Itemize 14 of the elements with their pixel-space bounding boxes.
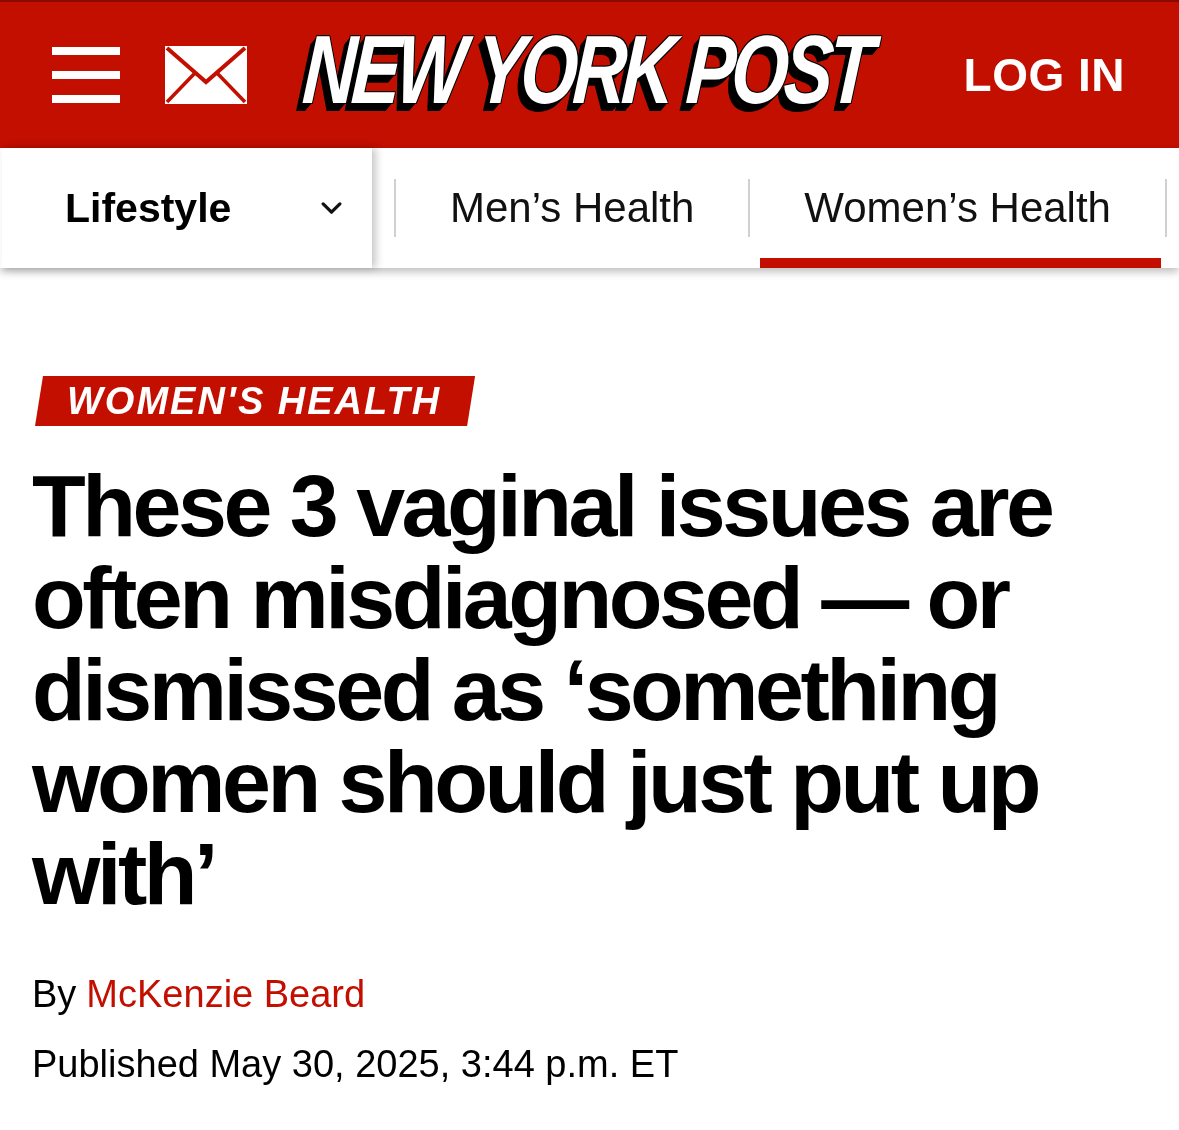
publish-date: Published May 30, 2025, 3:44 p.m. ET — [32, 1042, 679, 1086]
section-label: Lifestyle — [65, 184, 232, 232]
author-link[interactable]: McKenzie Beard — [86, 972, 366, 1016]
site-logo[interactable]: NEW YORK POST — [287, 15, 890, 135]
nav-tab[interactable]: Women’s Health — [760, 148, 1161, 268]
headline: These 3 vaginal issues are often misdiagnosed — or dismissed as ‘something women should just put up with’ — [32, 460, 1053, 920]
menu-icon[interactable] — [52, 47, 120, 103]
byline-prefix: By — [32, 972, 77, 1016]
section-tag[interactable]: WOMEN'S HEALTH — [35, 376, 476, 426]
nav-tab[interactable]: Men’s Health — [406, 148, 739, 268]
mail-icon[interactable] — [165, 46, 247, 104]
chevron-down-icon — [321, 201, 342, 215]
login-button[interactable]: LOG IN — [963, 48, 1125, 102]
section-dropdown[interactable]: Lifestyle — [2, 148, 372, 268]
